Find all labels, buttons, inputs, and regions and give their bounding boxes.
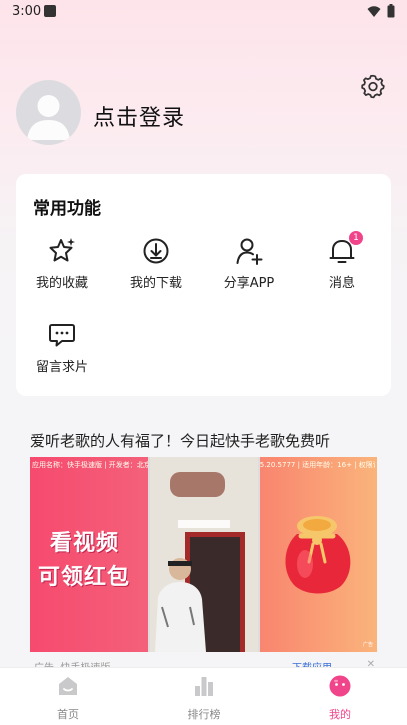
rank-chart-icon [195, 677, 213, 696]
nav-mine-label: 我的 [329, 708, 351, 721]
message-bubble-icon [49, 324, 75, 347]
star-sparkle-icon [49, 238, 75, 262]
favorites-button[interactable]: 我的收藏 [16, 236, 108, 291]
downloads-label: 我的下载 [129, 276, 182, 291]
home-icon [59, 677, 77, 695]
favorites-label: 我的收藏 [35, 276, 88, 291]
ad-headline-1: 看视频 [50, 531, 120, 556]
promo-title[interactable]: 爱听老歌的人有福了！今日起快手老歌免费听 [30, 430, 330, 451]
user-add-icon [236, 238, 263, 265]
ad-headline-2: 可领红包 [38, 565, 131, 590]
messages-label: 消息 [328, 276, 355, 291]
battery-icon [387, 4, 395, 18]
notification-icon [44, 5, 56, 17]
wifi-icon [367, 6, 381, 17]
default-avatar-icon [27, 95, 70, 140]
status-time: 3:00 [12, 4, 42, 19]
nav-home-label: 首页 [57, 708, 79, 721]
ad-banner[interactable]: 应用名称：快手极速版 | 开发者：北京快手科技有限公司 | 应用版本：11.5.… [30, 457, 377, 652]
section-title: 常用功能 [33, 199, 101, 219]
download-icon [143, 238, 169, 264]
bottom-nav: 首页 排行榜 我的 [0, 667, 407, 725]
nav-mine[interactable]: 我的 [300, 674, 380, 722]
nav-ranking-label: 排行榜 [187, 708, 221, 721]
ad-video-image [148, 457, 260, 652]
avatar[interactable] [16, 80, 81, 145]
messages-button[interactable]: 1 消息 [296, 231, 388, 291]
request-movie-button[interactable]: 留言求片 [16, 320, 108, 375]
status-bar: 3:00 [0, 0, 407, 24]
share-app-label: 分享APP [223, 276, 275, 291]
red-pouch-image [285, 516, 351, 594]
unread-badge: 1 [349, 231, 363, 245]
gear-icon[interactable] [360, 73, 386, 99]
common-functions-card: 常用功能 我的收藏 我的下载 分享APP 1 消息 留言求片 [16, 174, 391, 396]
downloads-button[interactable]: 我的下载 [110, 236, 202, 291]
login-link[interactable]: 点击登录 [93, 100, 185, 132]
nav-home[interactable]: 首页 [28, 674, 108, 722]
nav-ranking[interactable]: 排行榜 [164, 674, 244, 722]
share-app-button[interactable]: 分享APP [203, 236, 295, 291]
ad-corner-label: 广告 [362, 642, 373, 648]
request-movie-label: 留言求片 [35, 360, 88, 375]
profile-face-icon [329, 675, 351, 697]
